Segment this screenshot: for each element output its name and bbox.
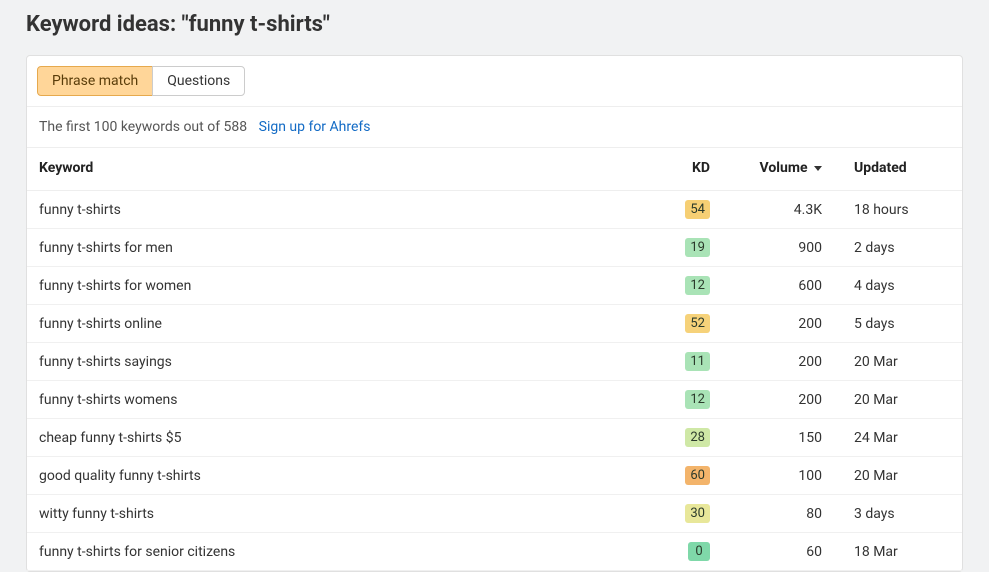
updated-cell: 18 hours <box>842 191 962 229</box>
sort-desc-icon <box>814 166 822 171</box>
kd-badge: 12 <box>685 276 710 295</box>
info-bar: The first 100 keywords out of 588 Sign u… <box>27 106 962 148</box>
table-row[interactable]: funny t-shirts for senior citizens 0 6018 … <box>27 533 962 571</box>
updated-cell: 20 Mar <box>842 381 962 419</box>
tab-bar: Phrase matchQuestions <box>27 56 962 96</box>
keyword-cell[interactable]: funny t-shirts for senior citizens <box>27 533 642 571</box>
table-row[interactable]: funny t-shirts for women 12 6004 days <box>27 267 962 305</box>
keyword-cell[interactable]: funny t-shirts sayings <box>27 343 642 381</box>
col-header-updated[interactable]: Updated <box>842 148 962 191</box>
table-row[interactable]: funny t-shirts sayings 11 20020 Mar <box>27 343 962 381</box>
keyword-cell[interactable]: funny t-shirts for women <box>27 267 642 305</box>
kd-cell: 30 <box>642 495 722 533</box>
kd-cell: 12 <box>642 267 722 305</box>
keyword-table: Keyword KD Volume Updated funny t-shirts… <box>27 148 962 571</box>
kd-badge: 52 <box>685 314 710 333</box>
volume-cell: 150 <box>722 419 842 457</box>
volume-cell: 100 <box>722 457 842 495</box>
keyword-cell[interactable]: funny t-shirts womens <box>27 381 642 419</box>
kd-cell: 19 <box>642 229 722 267</box>
kd-badge: 54 <box>685 200 710 219</box>
updated-cell: 20 Mar <box>842 457 962 495</box>
keyword-cell[interactable]: witty funny t-shirts <box>27 495 642 533</box>
table-row[interactable]: funny t-shirts womens 12 20020 Mar <box>27 381 962 419</box>
volume-cell: 60 <box>722 533 842 571</box>
table-row[interactable]: cheap funny t-shirts $5 28 15024 Mar <box>27 419 962 457</box>
volume-cell: 80 <box>722 495 842 533</box>
keyword-cell[interactable]: cheap funny t-shirts $5 <box>27 419 642 457</box>
volume-cell: 600 <box>722 267 842 305</box>
col-header-volume[interactable]: Volume <box>722 148 842 191</box>
keyword-cell[interactable]: good quality funny t-shirts <box>27 457 642 495</box>
tab-phrase-match[interactable]: Phrase match <box>37 66 153 96</box>
volume-cell: 200 <box>722 343 842 381</box>
col-header-kd[interactable]: KD <box>642 148 722 191</box>
kd-cell: 60 <box>642 457 722 495</box>
kd-badge: 19 <box>685 238 710 257</box>
updated-cell: 2 days <box>842 229 962 267</box>
volume-cell: 4.3K <box>722 191 842 229</box>
kd-cell: 28 <box>642 419 722 457</box>
volume-cell: 200 <box>722 381 842 419</box>
col-header-volume-label: Volume <box>760 160 808 176</box>
kd-cell: 12 <box>642 381 722 419</box>
kd-badge: 0 <box>688 542 710 561</box>
signup-link[interactable]: Sign up for Ahrefs <box>259 119 371 135</box>
kd-cell: 52 <box>642 305 722 343</box>
tab-questions[interactable]: Questions <box>152 66 245 96</box>
updated-cell: 5 days <box>842 305 962 343</box>
keyword-cell[interactable]: funny t-shirts <box>27 191 642 229</box>
info-text: The first 100 keywords out of 588 <box>39 119 247 135</box>
page-title: Keyword ideas: "funny t-shirts" <box>26 12 963 37</box>
kd-badge: 28 <box>685 428 710 447</box>
keyword-table-body: funny t-shirts544.3K18 hoursfunny t-shir… <box>27 191 962 571</box>
kd-badge: 11 <box>685 352 710 371</box>
table-row[interactable]: good quality funny t-shirts 60 10020 Mar <box>27 457 962 495</box>
updated-cell: 4 days <box>842 267 962 305</box>
volume-cell: 200 <box>722 305 842 343</box>
keyword-cell[interactable]: funny t-shirts for men <box>27 229 642 267</box>
updated-cell: 20 Mar <box>842 343 962 381</box>
table-row[interactable]: funny t-shirts for men 19 9002 days <box>27 229 962 267</box>
volume-cell: 900 <box>722 229 842 267</box>
kd-cell: 0 <box>642 533 722 571</box>
kd-badge: 30 <box>685 504 710 523</box>
updated-cell: 24 Mar <box>842 419 962 457</box>
table-row[interactable]: funny t-shirts online 52 2005 days <box>27 305 962 343</box>
updated-cell: 18 Mar <box>842 533 962 571</box>
kd-badge: 12 <box>685 390 710 409</box>
kd-badge: 60 <box>685 466 710 485</box>
updated-cell: 3 days <box>842 495 962 533</box>
table-row[interactable]: funny t-shirts 54 4.3K18 hours <box>27 191 962 229</box>
kd-cell: 11 <box>642 343 722 381</box>
table-row[interactable]: witty funny t-shirts 30 803 days <box>27 495 962 533</box>
kd-cell: 54 <box>642 191 722 229</box>
keyword-cell[interactable]: funny t-shirts online <box>27 305 642 343</box>
col-header-keyword[interactable]: Keyword <box>27 148 642 191</box>
keyword-panel: Phrase matchQuestions The first 100 keyw… <box>26 55 963 572</box>
